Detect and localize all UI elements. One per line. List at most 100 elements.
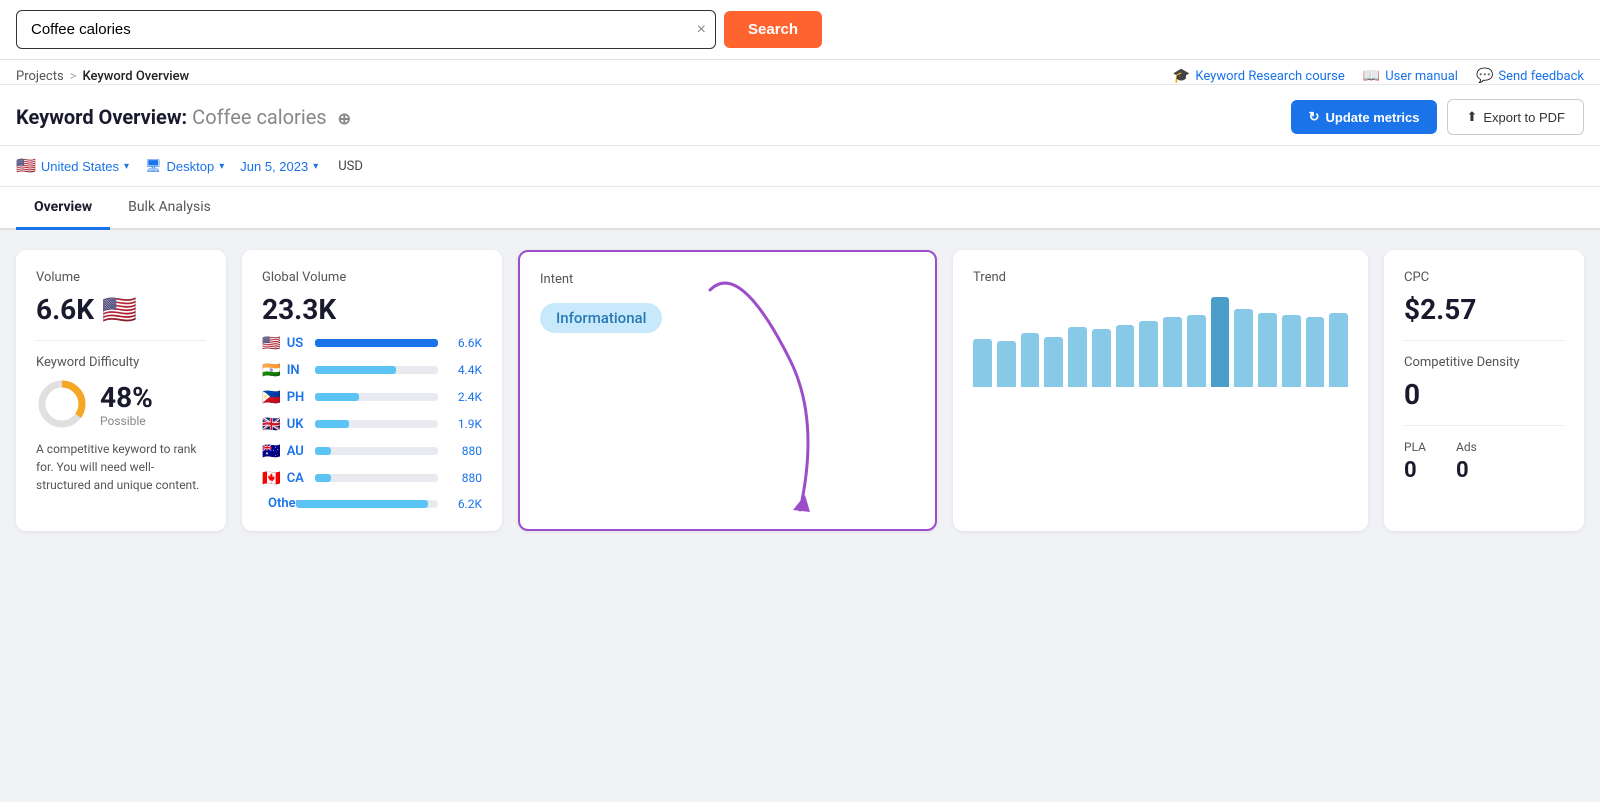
header-actions: ↻ Update metrics ⬆ Export to PDF (1291, 99, 1584, 135)
top-nav: Projects > Keyword Overview 🎓 Keyword Re… (0, 60, 1600, 85)
device-label: Desktop (167, 159, 215, 174)
trend-bar (1306, 317, 1325, 387)
country-row: Other 6.2K (262, 496, 482, 511)
trend-bars (973, 297, 1348, 387)
donut-wrapper: 48% Possible (36, 378, 206, 430)
country-filter[interactable]: 🇺🇸 United States ▾ (16, 156, 129, 176)
send-feedback-link[interactable]: 💬 Send feedback (1476, 68, 1584, 84)
ads-item: Ads 0 (1456, 440, 1477, 483)
top-links: 🎓 Keyword Research course 📖 User manual … (1173, 68, 1584, 84)
filters-row: 🇺🇸 United States ▾ 🖥 Desktop ▾ Jun 5, 20… (0, 146, 1600, 187)
page-title-area: Keyword Overview: Coffee calories ⊕ (16, 105, 351, 129)
country-count: 880 (444, 471, 482, 485)
intent-badge: Informational (540, 303, 662, 333)
send-feedback-label: Send feedback (1498, 69, 1584, 84)
chat-icon: 💬 (1476, 68, 1493, 84)
keyword-course-label: Keyword Research course (1195, 69, 1344, 84)
search-clear-button[interactable]: × (697, 21, 706, 39)
ads-value: 0 (1456, 458, 1477, 483)
search-input-wrapper: × (16, 10, 716, 49)
search-button[interactable]: Search (724, 11, 822, 48)
intent-card: Intent Informational (518, 250, 937, 531)
intent-label: Intent (540, 272, 915, 287)
country-code[interactable]: CA (287, 471, 309, 486)
bar-track (315, 420, 438, 428)
breadcrumb-separator: > (70, 69, 77, 84)
tabs-row: Overview Bulk Analysis (0, 187, 1600, 230)
trend-bar (1258, 313, 1277, 387)
device-icon: 🖥 (145, 158, 162, 174)
difficulty-info: 48% Possible (100, 381, 153, 428)
add-icon[interactable]: ⊕ (338, 109, 351, 128)
country-code[interactable]: Other (268, 496, 290, 511)
device-filter[interactable]: 🖥 Desktop ▾ (145, 158, 224, 174)
country-row: 🇮🇳IN4.4K (262, 361, 482, 379)
user-manual-link[interactable]: 📖 User manual (1363, 68, 1458, 84)
bar-fill (315, 393, 359, 401)
main-content: Volume 6.6K 🇺🇸 Keyword Difficulty 48% Po… (0, 230, 1600, 551)
country-code[interactable]: PH (287, 390, 309, 405)
country-code[interactable]: US (287, 336, 309, 351)
bar-track (315, 474, 438, 482)
trend-bar (1163, 317, 1182, 387)
ads-label: Ads (1456, 440, 1477, 454)
volume-label: Volume (36, 270, 206, 285)
user-manual-label: User manual (1385, 69, 1458, 84)
tab-bulk-analysis[interactable]: Bulk Analysis (110, 187, 229, 230)
bar-fill (315, 339, 438, 347)
trend-label: Trend (973, 270, 1348, 285)
country-flag-icon: 🇬🇧 (262, 415, 281, 433)
country-flag-icon: 🇺🇸 (262, 334, 281, 352)
country-row: 🇵🇭PH2.4K (262, 388, 482, 406)
tab-overview[interactable]: Overview (16, 187, 110, 230)
trend-card: Trend (953, 250, 1368, 531)
country-code[interactable]: UK (287, 417, 309, 432)
bar-fill (315, 447, 331, 455)
date-label: Jun 5, 2023 (240, 159, 308, 174)
difficulty-value: 48% (100, 381, 153, 414)
cpc-label: CPC (1404, 270, 1564, 285)
bar-track (315, 339, 438, 347)
page-title: Keyword Overview: Coffee calories ⊕ (16, 105, 351, 129)
page-title-keyword: Coffee calories (192, 105, 326, 129)
trend-bar (1116, 325, 1135, 387)
difficulty-sublabel: Possible (100, 414, 153, 428)
bar-fill (315, 420, 350, 428)
donut-chart (36, 378, 88, 430)
volume-value: 6.6K 🇺🇸 (36, 293, 206, 326)
bar-fill (296, 500, 428, 508)
country-code[interactable]: IN (287, 363, 309, 378)
bar-track (296, 500, 438, 508)
comp-density-value: 0 (1404, 378, 1564, 411)
keyword-research-course-link[interactable]: 🎓 Keyword Research course (1173, 68, 1345, 84)
page-title-prefix: Keyword Overview: (16, 105, 187, 129)
date-filter[interactable]: Jun 5, 2023 ▾ (240, 159, 318, 174)
country-row: 🇺🇸US6.6K (262, 334, 482, 352)
pla-ads-row: PLA 0 Ads 0 (1404, 440, 1564, 483)
date-chevron-icon: ▾ (313, 161, 318, 172)
pla-value: 0 (1404, 458, 1426, 483)
us-flag-icon: 🇺🇸 (16, 156, 36, 176)
trend-bar (1329, 313, 1348, 387)
search-input[interactable] (16, 10, 716, 49)
export-pdf-button[interactable]: ⬆ Export to PDF (1447, 99, 1584, 135)
update-metrics-button[interactable]: ↻ Update metrics (1291, 100, 1438, 134)
country-row: 🇨🇦CA880 (262, 469, 482, 487)
cards-row: Volume 6.6K 🇺🇸 Keyword Difficulty 48% Po… (16, 250, 1584, 531)
country-count: 6.2K (444, 497, 482, 511)
country-row: 🇦🇺AU880 (262, 442, 482, 460)
upload-icon: ⬆ (1466, 109, 1477, 125)
trend-bar (973, 339, 992, 387)
bar-track (315, 366, 438, 374)
country-code[interactable]: AU (287, 444, 309, 459)
breadcrumb-current: Keyword Overview (82, 69, 189, 84)
kd-label: Keyword Difficulty (36, 355, 206, 370)
country-label: United States (41, 159, 119, 174)
difficulty-description: A competitive keyword to rank for. You w… (36, 440, 206, 494)
pla-item: PLA 0 (1404, 440, 1426, 483)
global-volume-value: 23.3K (262, 293, 482, 326)
breadcrumb-parent[interactable]: Projects (16, 69, 64, 84)
refresh-icon: ↻ (1309, 109, 1320, 125)
cpc-value: $2.57 (1404, 293, 1564, 326)
country-count: 4.4K (444, 363, 482, 377)
